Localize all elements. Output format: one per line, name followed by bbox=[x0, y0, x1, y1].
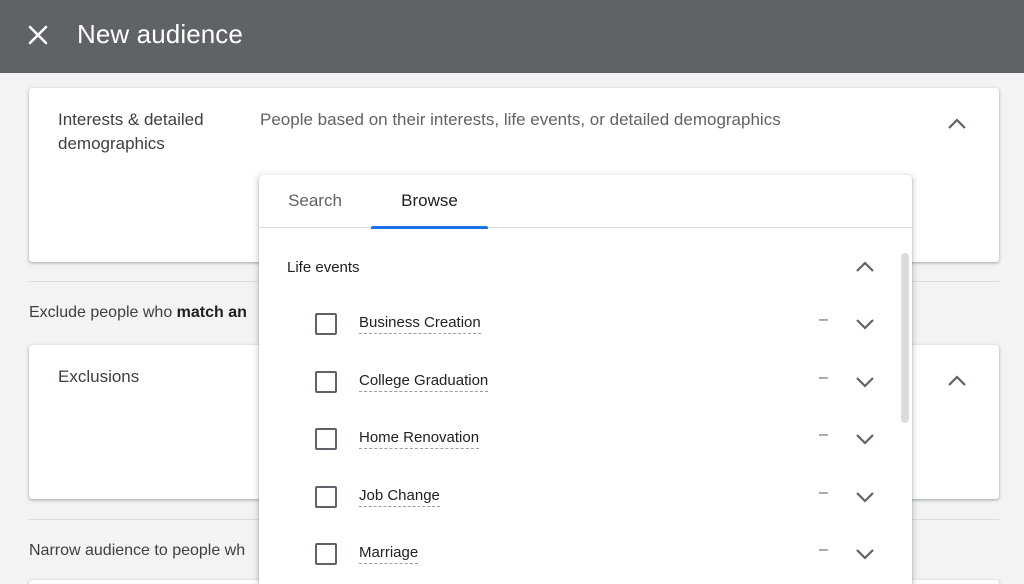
chevron-up-icon bbox=[856, 261, 874, 272]
scrollbar-thumb[interactable] bbox=[901, 253, 909, 423]
chevron-down-icon bbox=[856, 492, 874, 503]
interests-card-description: People based on their interests, life ev… bbox=[260, 110, 781, 129]
list-item-college-graduation: College Graduation – bbox=[259, 362, 899, 402]
list-item-job-change: Job Change – bbox=[259, 477, 899, 517]
dash-indicator: – bbox=[819, 484, 828, 501]
top-bar: New audience bbox=[0, 0, 1024, 73]
tab-search[interactable]: Search bbox=[271, 175, 359, 228]
chevron-up-icon bbox=[948, 375, 966, 386]
interests-collapse-button[interactable] bbox=[945, 112, 969, 136]
list-item-label[interactable]: Home Renovation bbox=[359, 429, 480, 449]
expand-button[interactable] bbox=[853, 542, 877, 566]
expand-button[interactable] bbox=[853, 312, 877, 336]
expand-button[interactable] bbox=[853, 485, 877, 509]
close-button[interactable] bbox=[24, 21, 52, 49]
chevron-down-icon bbox=[856, 377, 874, 388]
dash-indicator: – bbox=[819, 311, 828, 328]
expand-button[interactable] bbox=[853, 370, 877, 394]
checkbox[interactable] bbox=[315, 313, 337, 335]
dash-indicator: – bbox=[819, 426, 828, 443]
checkbox[interactable] bbox=[315, 371, 337, 393]
close-icon bbox=[28, 25, 48, 45]
dash-indicator: – bbox=[819, 369, 828, 386]
list-item-label[interactable]: Job Change bbox=[359, 487, 440, 507]
chevron-down-icon bbox=[856, 319, 874, 330]
checkbox[interactable] bbox=[315, 486, 337, 508]
page-title: New audience bbox=[77, 19, 243, 49]
exclusions-card-label: Exclusions bbox=[58, 367, 140, 386]
popup-tabs: Search Browse bbox=[259, 175, 912, 229]
chevron-down-icon bbox=[856, 549, 874, 560]
chevron-up-icon bbox=[948, 118, 966, 129]
life-events-collapse-button[interactable] bbox=[853, 255, 877, 279]
exclusions-collapse-button[interactable] bbox=[945, 369, 969, 393]
list-item-marriage: Marriage – bbox=[259, 534, 899, 574]
chevron-down-icon bbox=[856, 434, 874, 445]
narrow-section-text: Narrow audience to people wh bbox=[29, 542, 246, 559]
group-header-life-events[interactable]: Life events bbox=[287, 259, 360, 276]
exclude-section-text: Exclude people who match an bbox=[29, 304, 247, 321]
tab-browse[interactable]: Browse bbox=[371, 175, 488, 229]
list-item-label[interactable]: Business Creation bbox=[359, 314, 481, 334]
dash-indicator: – bbox=[819, 541, 828, 558]
list-item-home-renovation: Home Renovation – bbox=[259, 419, 899, 459]
interests-card-label: Interests & detailed demographics bbox=[58, 110, 204, 153]
list-item-label[interactable]: College Graduation bbox=[359, 372, 489, 392]
list-item-business-creation: Business Creation – bbox=[259, 304, 899, 344]
checkbox[interactable] bbox=[315, 428, 337, 450]
checkbox[interactable] bbox=[315, 543, 337, 565]
expand-button[interactable] bbox=[853, 427, 877, 451]
browse-popup: Search Browse Life events Business Creat… bbox=[259, 175, 912, 584]
list-item-label[interactable]: Marriage bbox=[359, 544, 419, 564]
